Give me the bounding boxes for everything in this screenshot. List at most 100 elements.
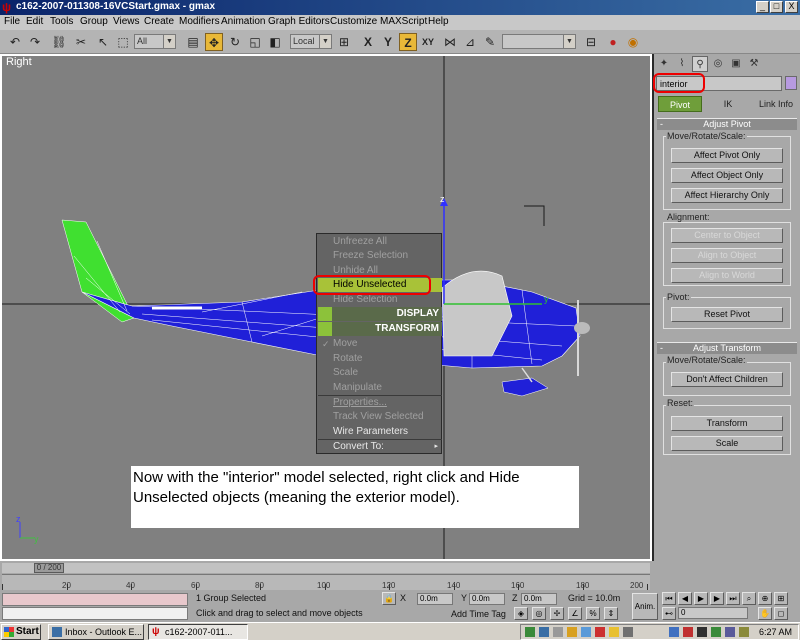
angle-snap-icon[interactable]: ∠	[568, 607, 582, 620]
affect-hierarchy-only-button[interactable]: Affect Hierarchy Only	[671, 188, 783, 203]
close-button[interactable]: X	[785, 1, 798, 13]
tray-network-icon[interactable]	[525, 627, 535, 637]
restrict-to-z-button[interactable]: Z	[399, 33, 417, 51]
tray-folder-icon[interactable]	[609, 627, 619, 637]
time-slider-thumb[interactable]: 0 / 200	[34, 563, 64, 573]
dont-affect-children-button[interactable]: Don't Affect Children	[671, 372, 783, 387]
restrict-to-y-button[interactable]: Y	[379, 33, 397, 51]
menu-edit[interactable]: Edit	[26, 16, 43, 27]
align-icon[interactable]: ⊿	[461, 33, 479, 51]
menu-unfreeze-all[interactable]: Unfreeze All	[318, 235, 442, 249]
tray-misc-icon[interactable]	[739, 627, 749, 637]
restrict-to-xy-button[interactable]: XY	[419, 33, 437, 51]
zoom-icon[interactable]: ⌕	[742, 592, 756, 605]
track-bar[interactable]: 20 40 60 80 100 120 140 160 180 200	[2, 574, 650, 590]
center-to-object-button[interactable]: Center to Object	[671, 228, 783, 243]
maxscript-listener-input[interactable]	[2, 593, 188, 606]
minimize-button[interactable]: _	[756, 1, 769, 13]
utilities-tab-icon[interactable]: ⚒	[746, 56, 762, 72]
reset-scale-button[interactable]: Scale	[671, 436, 783, 451]
tab-link-info[interactable]: Link Info	[754, 96, 798, 112]
start-button[interactable]: Start	[1, 624, 41, 640]
reference-coordinate-dropdown[interactable]: Local ▼	[290, 34, 332, 49]
percent-snap-icon[interactable]: %	[586, 607, 600, 620]
maxscript-output[interactable]	[2, 607, 188, 620]
add-time-tag-button[interactable]: Add Time Tag	[451, 609, 506, 619]
maximize-button[interactable]: □	[770, 1, 783, 13]
select-by-name-icon[interactable]: ▤	[184, 33, 202, 51]
menu-properties[interactable]: Properties...	[318, 396, 442, 410]
tab-pivot[interactable]: Pivot	[658, 96, 702, 112]
menu-wire-parameters[interactable]: Wire Parameters	[318, 425, 442, 439]
menu-hide-selection[interactable]: Hide Selection	[318, 293, 442, 307]
select-object-icon[interactable]: ↖	[94, 33, 112, 51]
select-and-move-icon[interactable]: ✥	[205, 33, 223, 51]
mirror-icon[interactable]: ⋈	[441, 33, 459, 51]
tray-display-icon[interactable]	[669, 627, 679, 637]
zoom-all-icon[interactable]: ⊕	[758, 592, 772, 605]
unlink-selection-icon[interactable]: ✂	[72, 33, 90, 51]
tab-ik[interactable]: IK	[706, 96, 750, 112]
next-frame-icon[interactable]: ▶	[710, 592, 724, 605]
animate-toggle-button[interactable]: Anim.	[632, 593, 658, 620]
menu-scale[interactable]: Scale	[318, 366, 442, 380]
snap-toggle-icon[interactable]: ✢	[550, 607, 564, 620]
menu-create[interactable]: Create	[144, 16, 174, 27]
material-editor-icon[interactable]: ⊟	[582, 33, 600, 51]
tray-sound-icon[interactable]	[725, 627, 735, 637]
pivot-point-center-icon[interactable]: ⊞	[335, 33, 353, 51]
tray-status-icon[interactable]	[683, 627, 693, 637]
reset-transform-button[interactable]: Transform	[671, 416, 783, 431]
time-config-icon[interactable]: ◈	[514, 607, 528, 620]
spacing-tool-icon[interactable]: ✎	[481, 33, 499, 51]
menu-customize[interactable]: Customize	[330, 16, 377, 27]
zoom-extents-icon[interactable]: ⊞	[774, 592, 788, 605]
reset-pivot-button[interactable]: Reset Pivot	[671, 307, 783, 322]
display-tab-icon[interactable]: ▣	[728, 56, 744, 72]
menu-rotate[interactable]: Rotate	[318, 352, 442, 366]
task-outlook[interactable]: Inbox - Outlook E...	[48, 624, 144, 640]
adjust-pivot-header[interactable]: - Adjust Pivot	[657, 119, 797, 130]
menu-graph-editors[interactable]: Graph Editors	[268, 16, 330, 27]
tray-battery-icon[interactable]	[697, 627, 707, 637]
adjust-transform-header[interactable]: - Adjust Transform	[657, 343, 797, 354]
select-and-link-icon[interactable]: ⛓	[50, 33, 68, 51]
create-tab-icon[interactable]: ✦	[656, 56, 672, 72]
align-to-world-button[interactable]: Align to World	[671, 268, 783, 283]
select-and-rotate-icon[interactable]: ↻	[226, 33, 244, 51]
menu-maxscript[interactable]: MAXScript	[380, 16, 427, 27]
maximize-viewport-icon[interactable]: ◻	[774, 607, 788, 620]
pan-icon[interactable]: ✋	[758, 607, 772, 620]
quick-render-icon[interactable]: ◉	[624, 33, 642, 51]
tray-connection-icon[interactable]	[711, 627, 721, 637]
menu-track-view-selected[interactable]: Track View Selected	[318, 410, 442, 424]
menu-freeze-selection[interactable]: Freeze Selection	[318, 249, 442, 263]
menu-convert-to[interactable]: Convert To: ▸	[318, 440, 442, 454]
menu-help[interactable]: Help	[428, 16, 449, 27]
tray-volume-icon[interactable]	[623, 627, 633, 637]
modify-tab-icon[interactable]: ⌇	[674, 56, 690, 72]
undo-icon[interactable]: ↶	[6, 33, 24, 51]
gmax-app-icon[interactable]: ψ	[2, 1, 14, 13]
time-slider[interactable]: 0 / 200	[2, 563, 650, 573]
key-mode-icon[interactable]: ◎	[532, 607, 546, 620]
menu-group[interactable]: Group	[80, 16, 108, 27]
restrict-to-x-button[interactable]: X	[359, 33, 377, 51]
current-frame-field[interactable]: 0	[678, 607, 748, 619]
previous-frame-icon[interactable]: ◀	[678, 592, 692, 605]
motion-tab-icon[interactable]: ◎	[710, 56, 726, 72]
task-gmax[interactable]: ψ c162-2007-011...	[148, 624, 248, 640]
menu-modifiers[interactable]: Modifiers	[179, 16, 220, 27]
affect-pivot-only-button[interactable]: Affect Pivot Only	[671, 148, 783, 163]
lock-selection-icon[interactable]: 🔒	[382, 592, 396, 605]
menu-manipulate[interactable]: Manipulate	[318, 381, 442, 395]
y-coord-field[interactable]: 0.0m	[469, 593, 505, 605]
align-to-object-button[interactable]: Align to Object	[671, 248, 783, 263]
tray-update-icon[interactable]	[581, 627, 591, 637]
tray-antivirus-icon[interactable]	[595, 627, 605, 637]
menu-animation[interactable]: Animation	[221, 16, 265, 27]
goto-end-icon[interactable]: ⏭	[726, 592, 740, 605]
tray-messenger-icon[interactable]	[539, 627, 549, 637]
menu-tools[interactable]: Tools	[50, 16, 73, 27]
named-selection-dropdown[interactable]: ▼	[502, 34, 576, 49]
